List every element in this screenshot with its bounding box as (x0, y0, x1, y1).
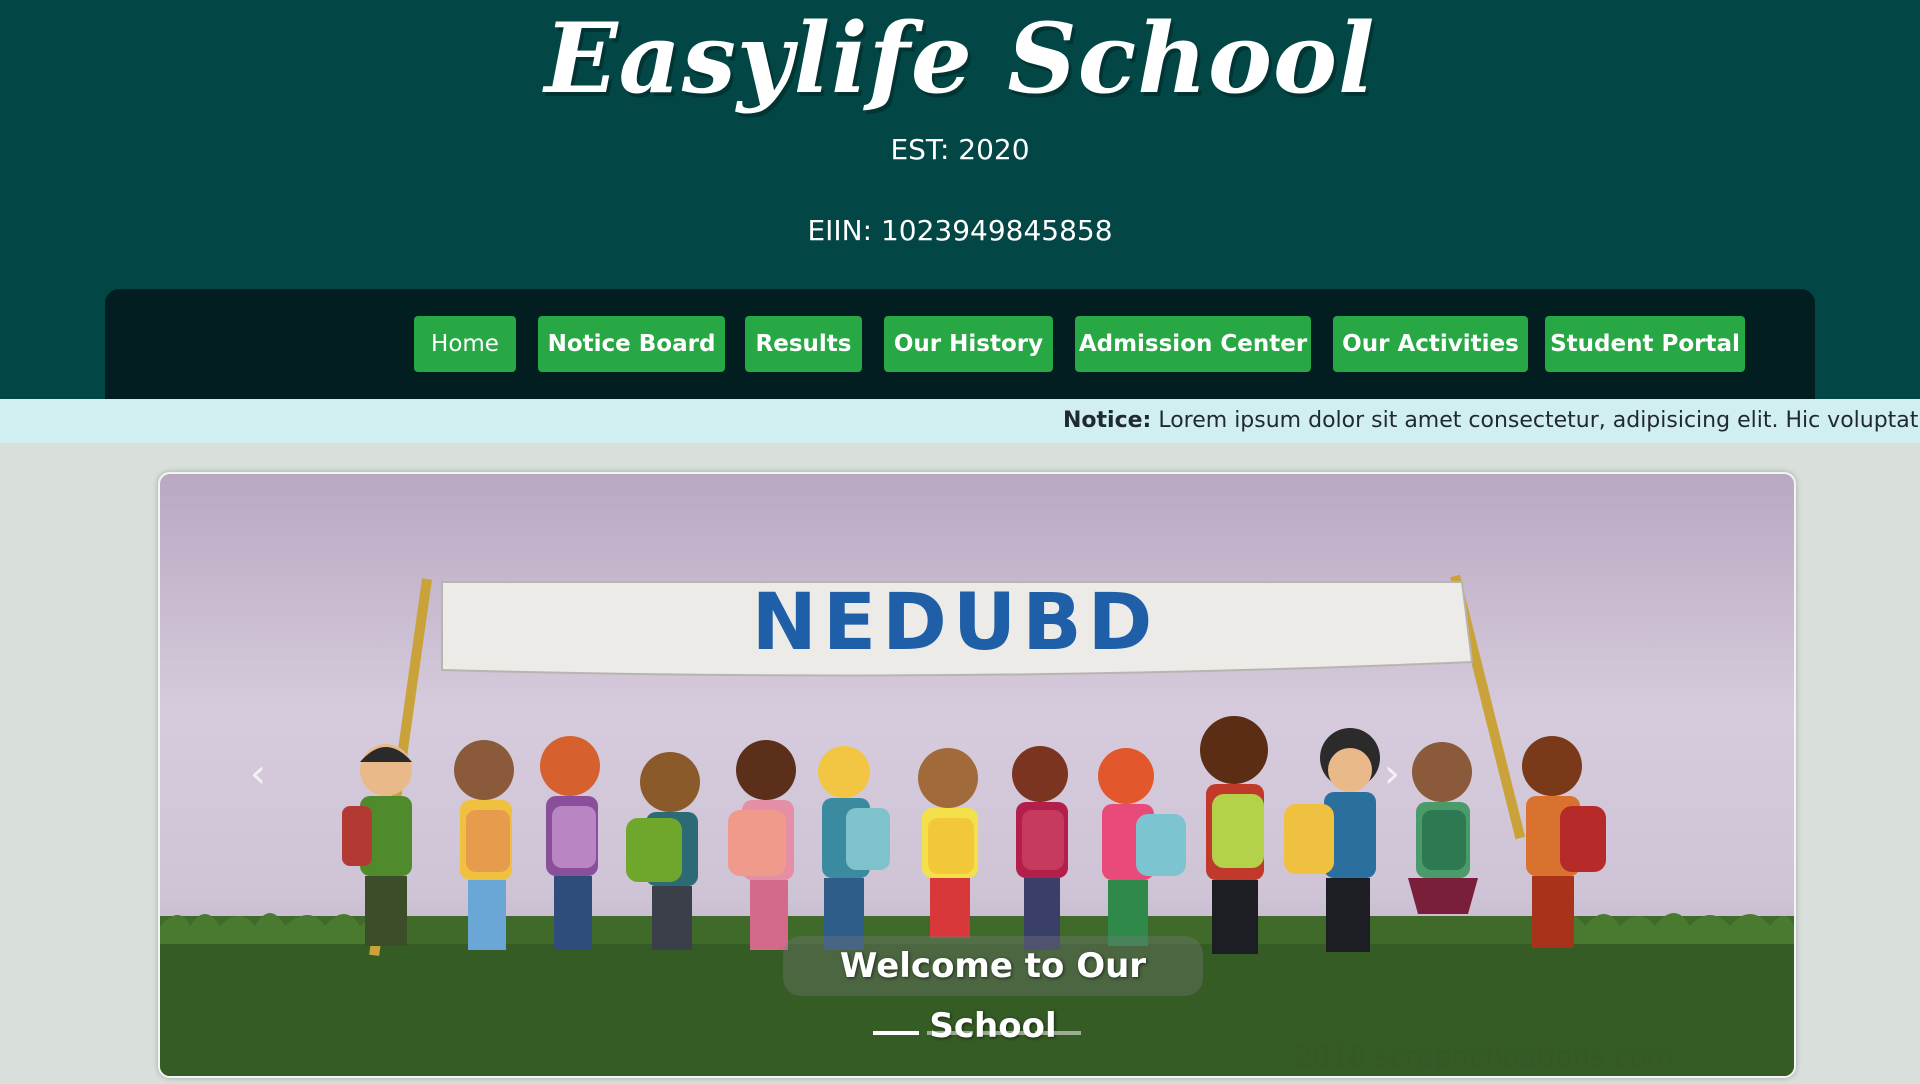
carousel-indicator-2[interactable] (927, 1031, 973, 1035)
carousel-caption: Welcome to Our School (783, 936, 1203, 1046)
nav-results-button[interactable]: Results (745, 316, 862, 372)
established-year: EST: 2020 (890, 133, 1030, 166)
eiin-number: EIIN: 1023949845858 (807, 214, 1113, 247)
school-title: Easylife School (544, 2, 1376, 115)
hero-carousel: NEDUBD ‹ › Welcome to Our School 2018 sc… (158, 472, 1796, 1078)
notice-marquee: Notice: Lorem ipsum dolor sit amet conse… (0, 399, 1920, 443)
nav-our-history-button[interactable]: Our History (884, 316, 1053, 372)
carousel-indicator-4[interactable] (1035, 1031, 1081, 1035)
main-navbar: Home Notice Board Results Our History Ad… (105, 289, 1815, 399)
nav-admission-center-button[interactable]: Admission Center (1075, 316, 1311, 372)
image-watermark: 2018 scrapnchoations.com (1295, 1040, 1674, 1073)
carousel-indicator-1[interactable] (873, 1031, 919, 1035)
nav-our-activities-button[interactable]: Our Activities (1333, 316, 1528, 372)
nav-notice-board-button[interactable]: Notice Board (538, 316, 725, 372)
carousel-indicator-3[interactable] (981, 1031, 1027, 1035)
banner-text: NEDUBD (752, 578, 1159, 668)
notice-text: Notice: Lorem ipsum dolor sit amet conse… (1063, 399, 1920, 443)
site-header: Easylife School EST: 2020 EIIN: 10239498… (0, 0, 1920, 399)
chevron-left-icon[interactable]: ‹ (238, 754, 278, 794)
chevron-right-icon[interactable]: › (1372, 754, 1412, 794)
notice-message: Lorem ipsum dolor sit amet consectetur, … (1158, 408, 1920, 433)
notice-label: Notice: (1063, 408, 1152, 433)
nav-student-portal-button[interactable]: Student Portal (1545, 316, 1745, 372)
nav-home-button[interactable]: Home (414, 316, 516, 372)
